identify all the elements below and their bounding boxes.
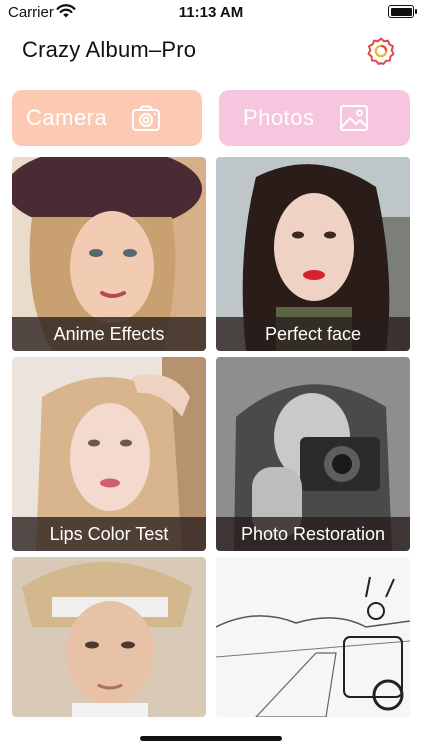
feature-tile-perfect-face[interactable]: Perfect face [216,157,410,351]
status-time: 11:13 AM [178,4,244,21]
portrait-preview-image [12,557,206,717]
sketch-preview-image [216,557,410,717]
feature-label: Anime Effects [12,317,206,351]
camera-icon [132,105,160,131]
feature-label: Perfect face [216,317,410,351]
feature-label: Lips Color Test [12,517,206,551]
camera-button[interactable]: Camera [12,90,202,146]
gear-icon[interactable] [366,36,396,66]
camera-button-label: Camera [26,105,108,130]
image-icon [340,105,368,131]
battery-icon [388,5,417,18]
feature-tile-anime-effects[interactable]: Anime Effects [12,157,206,351]
page-title: Crazy Album–Pro [22,37,197,62]
feature-tile-lips-color-test[interactable]: Lips Color Test [12,357,206,551]
feature-tile-6[interactable] [216,557,410,717]
photos-button-label: Photos [243,105,315,130]
feature-tile-5[interactable] [12,557,206,717]
photos-button[interactable]: Photos [219,90,410,146]
home-indicator [140,736,282,741]
status-bar: Carrier 11:13 AM [0,0,422,26]
feature-tile-photo-restoration[interactable]: Photo Restoration [216,357,410,551]
feature-label: Photo Restoration [216,517,410,551]
